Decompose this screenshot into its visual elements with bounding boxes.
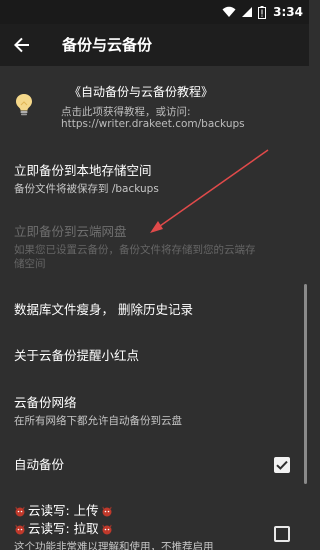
annotation-arrow xyxy=(150,149,269,233)
